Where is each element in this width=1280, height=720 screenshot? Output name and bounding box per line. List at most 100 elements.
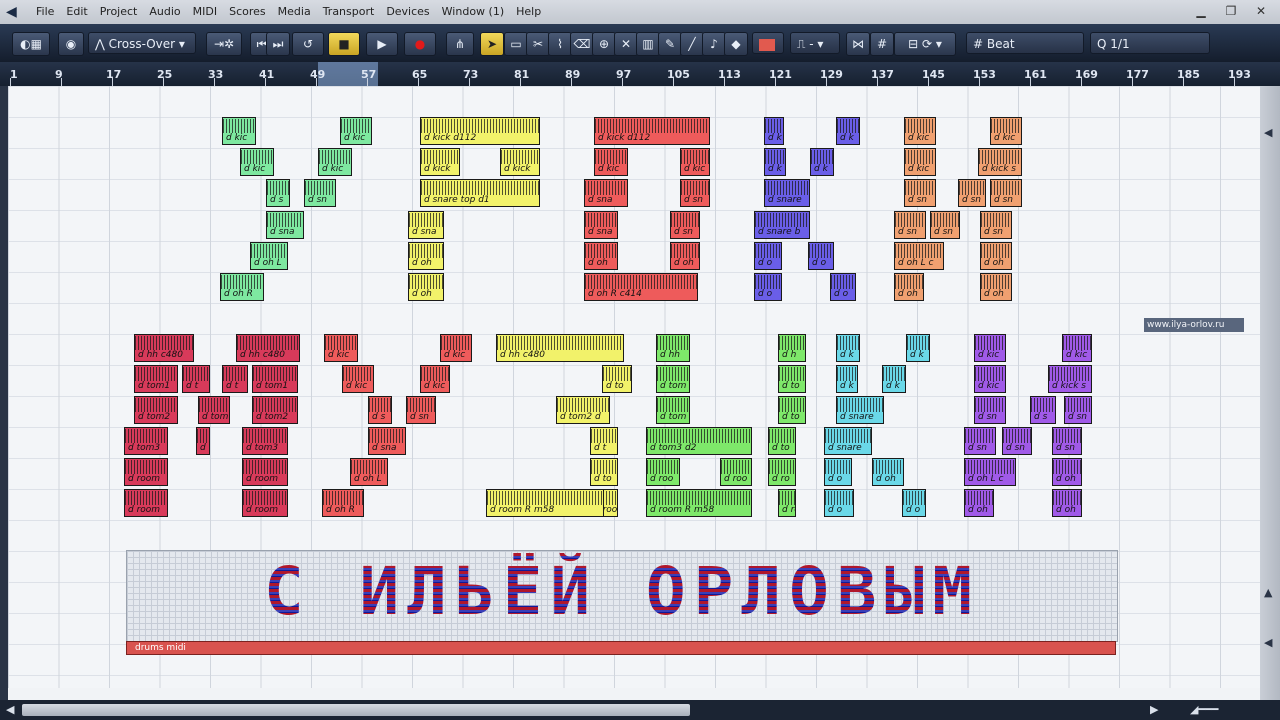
audio-event[interactable]: d kic: [440, 334, 472, 362]
audio-event[interactable]: d room: [124, 489, 168, 517]
audio-event[interactable]: d o: [754, 273, 782, 301]
audio-event[interactable]: d kick d112: [420, 117, 540, 145]
tool-glue[interactable]: ⌇: [548, 32, 572, 56]
audio-event[interactable]: d tom: [656, 365, 690, 393]
audio-event[interactable]: d to: [590, 458, 618, 486]
go-to-end-button[interactable]: ⏭: [266, 32, 290, 56]
audio-event[interactable]: d snare: [836, 396, 884, 424]
audio-event[interactable]: d k: [836, 365, 858, 393]
monitor-button[interactable]: ◉: [58, 32, 84, 56]
audio-event[interactable]: d oh: [1052, 489, 1082, 517]
audio-event[interactable]: d tom2: [134, 396, 178, 424]
audio-event[interactable]: d sn: [990, 179, 1022, 207]
audio-event[interactable]: d k: [764, 117, 784, 145]
audio-event[interactable]: d hh c480: [236, 334, 300, 362]
audio-event[interactable]: d k: [764, 148, 786, 176]
zoom-in-icon[interactable]: ▲: [1264, 586, 1272, 599]
audio-event[interactable]: d oh: [894, 273, 924, 301]
tool-color[interactable]: ◆: [724, 32, 748, 56]
tool-comp[interactable]: ▥: [636, 32, 660, 56]
midi-part[interactable]: drums midi: [126, 641, 1116, 655]
audio-event[interactable]: d to: [778, 396, 806, 424]
audio-event[interactable]: d kic: [324, 334, 358, 362]
stop-button[interactable]: ■: [328, 32, 360, 56]
horizontal-scrollbar[interactable]: ◀ ▶ ◢━━━: [0, 700, 1280, 720]
tool-line[interactable]: ╱: [680, 32, 704, 56]
restore-icon[interactable]: ❐: [1218, 3, 1244, 19]
audio-event[interactable]: d oh L: [350, 458, 388, 486]
audio-event[interactable]: d oh: [1052, 458, 1082, 486]
audio-event[interactable]: d roo: [646, 458, 680, 486]
audio-event[interactable]: d oh R c414: [584, 273, 698, 301]
nudge-palette-dropdown[interactable]: ⎍ - ▾: [790, 32, 840, 54]
tool-mute[interactable]: ✕: [614, 32, 638, 56]
audio-event[interactable]: d kick s: [978, 148, 1022, 176]
automation-mode-dropdown[interactable]: ⋀ Cross-Over ▾: [88, 32, 196, 54]
audio-event[interactable]: d k: [836, 334, 860, 362]
audio-event[interactable]: d tom3 d2: [646, 427, 752, 455]
close-icon[interactable]: ✕: [1248, 3, 1274, 19]
audio-event[interactable]: d snare top d1: [420, 179, 540, 207]
audio-event[interactable]: d sn: [406, 396, 436, 424]
scroll-right-icon[interactable]: ▶: [1150, 703, 1158, 716]
audio-event[interactable]: d o: [830, 273, 856, 301]
audio-event[interactable]: d sn: [958, 179, 986, 207]
audio-event[interactable]: d oh: [670, 242, 700, 270]
audio-event[interactable]: d tom3: [242, 427, 288, 455]
menu-media[interactable]: Media: [272, 0, 317, 24]
color-selector[interactable]: [752, 32, 784, 54]
audio-event[interactable]: d s: [368, 396, 392, 424]
audio-event[interactable]: d snare: [824, 427, 872, 455]
audio-event[interactable]: d room R m58: [646, 489, 752, 517]
scroll-up-icon[interactable]: ◀: [1264, 126, 1272, 139]
audio-event[interactable]: d tom2: [252, 396, 298, 424]
audio-event[interactable]: d sna: [266, 211, 304, 239]
tool-object-select[interactable]: ➤: [480, 32, 504, 56]
minimize-icon[interactable]: ▁: [1188, 3, 1214, 19]
audio-event[interactable]: d t: [222, 365, 248, 393]
audio-event[interactable]: d t: [590, 427, 618, 455]
audio-event[interactable]: d oh: [964, 489, 994, 517]
vertical-scrollbar[interactable]: ◀ ▲ ◀: [1260, 86, 1280, 706]
audio-event[interactable]: d room R m58: [486, 489, 604, 517]
audio-event[interactable]: d sn: [1052, 427, 1082, 455]
constrain-delay-button[interactable]: ⋔: [446, 32, 474, 56]
audio-event[interactable]: d: [196, 427, 210, 455]
audio-event[interactable]: d tom: [656, 396, 690, 424]
audio-event[interactable]: d room: [242, 458, 288, 486]
record-button[interactable]: ●: [404, 32, 436, 56]
audio-event[interactable]: d sna: [584, 179, 628, 207]
audio-event[interactable]: d oh: [872, 458, 904, 486]
audio-event[interactable]: d tom2 d: [556, 396, 610, 424]
grid-type-dropdown[interactable]: # Beat: [966, 32, 1084, 54]
audio-event[interactable]: d k: [810, 148, 834, 176]
audio-event[interactable]: d sna: [368, 427, 406, 455]
audio-event[interactable]: d kic: [222, 117, 256, 145]
audio-event[interactable]: d oh R: [220, 273, 264, 301]
audio-event[interactable]: d tom1: [252, 365, 298, 393]
cycle-button[interactable]: ↺: [292, 32, 324, 56]
audio-event[interactable]: d kic: [318, 148, 352, 176]
menu-edit[interactable]: Edit: [60, 0, 93, 24]
timeline-ruler[interactable]: 1 9 17 25 33 41 49 57 65 73 81 89 97 105 113 121 129 137 1…: [0, 62, 1280, 87]
audio-event[interactable]: d o: [824, 489, 854, 517]
audio-event[interactable]: d sn: [930, 211, 960, 239]
audio-event[interactable]: d oh L c: [964, 458, 1016, 486]
audio-event[interactable]: d kic: [1062, 334, 1092, 362]
audio-event[interactable]: d s: [1030, 396, 1056, 424]
audio-event[interactable]: d kick s: [1048, 365, 1092, 393]
audio-event[interactable]: d kick: [500, 148, 540, 176]
audio-event[interactable]: d h: [778, 334, 806, 362]
audio-event[interactable]: d kick: [420, 148, 460, 176]
audio-event[interactable]: d kic: [680, 148, 710, 176]
scroll-left-icon[interactable]: ◀: [6, 703, 14, 716]
menu-midi[interactable]: MIDI: [187, 0, 223, 24]
audio-event[interactable]: d sn: [980, 211, 1012, 239]
menu-audio[interactable]: Audio: [143, 0, 186, 24]
audio-event[interactable]: d o: [824, 458, 852, 486]
audio-event[interactable]: d kick d112: [594, 117, 710, 145]
zoom-out-icon[interactable]: ◀: [1264, 636, 1272, 649]
audio-event[interactable]: d kic: [904, 148, 936, 176]
audio-event[interactable]: d roo: [720, 458, 752, 486]
auto-scroll-button[interactable]: ⇥✲: [206, 32, 242, 56]
